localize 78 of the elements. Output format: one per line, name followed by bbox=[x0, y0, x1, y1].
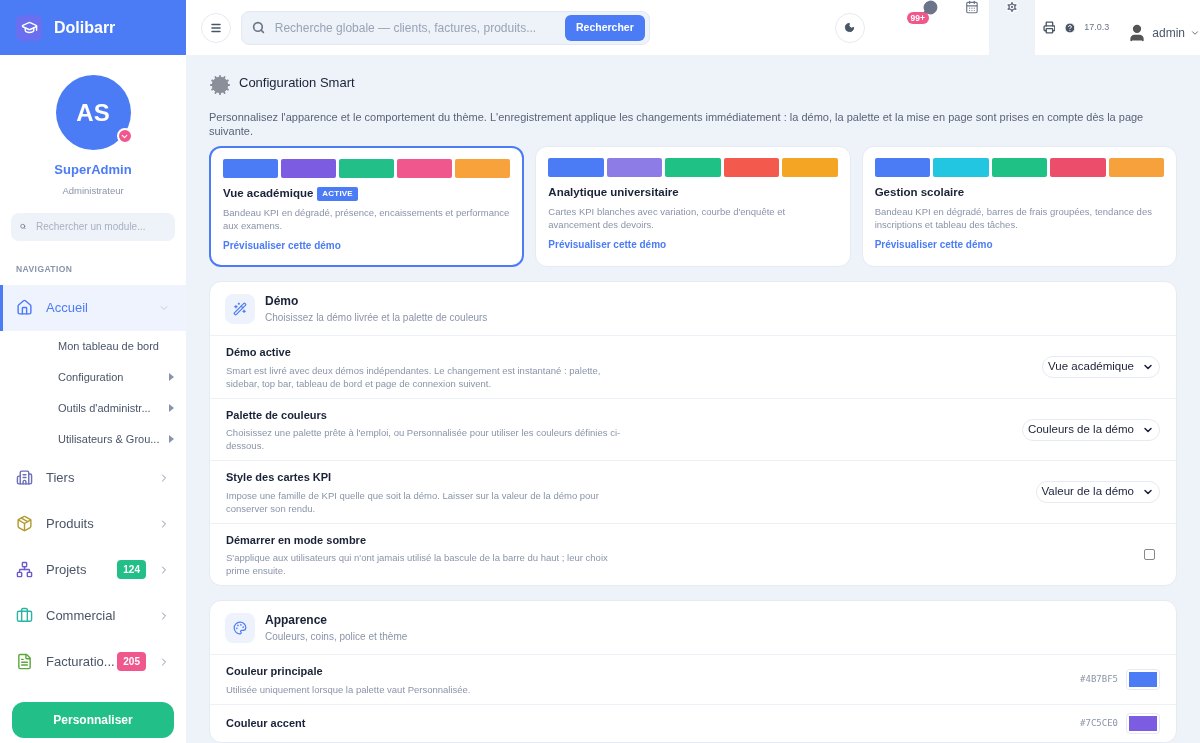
count-badge: 205 bbox=[117, 652, 146, 671]
demo-title: Gestion scolaire bbox=[874, 185, 965, 200]
module-search-input[interactable]: Rechercher un module... bbox=[36, 219, 166, 235]
count-badge: 124 bbox=[117, 560, 146, 579]
user-name: SuperAdmin bbox=[54, 161, 132, 179]
submenu-item[interactable]: Configuration bbox=[58, 368, 169, 386]
moon-icon bbox=[844, 22, 856, 33]
section-title: Apparence bbox=[265, 612, 329, 630]
setting-label: Démo active bbox=[226, 345, 292, 361]
search-icon bbox=[251, 21, 265, 34]
briefcase-icon bbox=[16, 607, 33, 624]
setting-label: Style des cartes KPI bbox=[226, 470, 333, 486]
hex-value: #7C5CE0 bbox=[1080, 716, 1118, 730]
setting-label: Palette de couleurs bbox=[226, 407, 328, 423]
version-label: 17.0.3 bbox=[1084, 20, 1110, 34]
demo-description: Cartes KPI blanches avec variation, courbe d'enquête et avancement des devoirs. bbox=[548, 205, 787, 232]
demo-card[interactable]: Analytique universitaire Cartes KPI blanches avec variation, courbe d'enquête et avancement des devoirs. Prévisualiser cette démo bbox=[535, 146, 851, 268]
active-badge: ACTIVE bbox=[317, 186, 358, 201]
hex-value: #4B7BF5 bbox=[1080, 672, 1118, 686]
nav-item[interactable]: Commercial bbox=[0, 592, 186, 639]
setting-description: S'applique aux utilisateurs qui n'ont jamais utilisé la bascule de la barre du haut ; leur choix prime ensuite. bbox=[226, 551, 609, 578]
page-title: Configuration Smart bbox=[239, 74, 355, 92]
search-button[interactable]: Rechercher bbox=[565, 14, 645, 41]
building-icon bbox=[16, 469, 33, 486]
global-search-input[interactable]: Recherche globale — clients, factures, produits... bbox=[274, 18, 565, 37]
nav-item[interactable]: Produits bbox=[0, 500, 186, 547]
setting-description: Smart est livré avec deux démos indépendantes. Le changement est instantané : palette, sidebar, top bar, tableau de bord et page de connexion suivent. bbox=[226, 363, 602, 390]
calendar-icon[interactable] bbox=[965, 0, 979, 14]
user-role: Administrateur bbox=[62, 183, 124, 198]
hierarchy-icon bbox=[16, 561, 33, 578]
wand-icon bbox=[225, 293, 255, 324]
nav-item[interactable]: Facturatio... 205 bbox=[0, 638, 186, 685]
menu-icon bbox=[209, 21, 222, 34]
section-heading: NAVIGATION bbox=[15, 262, 74, 276]
setting-description: Utilisée uniquement lorsque la palette vaut Personnalisée. bbox=[226, 682, 472, 696]
home-icon bbox=[16, 299, 33, 316]
chat-icon bbox=[922, 0, 938, 15]
demo-description: Bandeau KPI en dégradé, présence, encaissements et performance aux examens. bbox=[223, 206, 511, 233]
user-menu[interactable]: admin bbox=[1127, 22, 1200, 43]
nav-item[interactable]: Accueil bbox=[0, 284, 186, 331]
demo-description: Bandeau KPI en dégradé, barres de frais groupées, tendance des inscriptions et tableau des tâches. bbox=[874, 205, 1153, 232]
demo-title: Analytique universitaire bbox=[548, 185, 679, 200]
color-swatch[interactable] bbox=[1126, 669, 1160, 690]
submenu-item[interactable]: Outils d'administr... bbox=[58, 399, 169, 417]
palette-icon bbox=[225, 612, 255, 643]
demo-title: Vue académique bbox=[223, 186, 314, 201]
checkbox[interactable] bbox=[1144, 549, 1155, 560]
document-icon bbox=[16, 653, 33, 670]
notification-badge: 99+ bbox=[906, 12, 929, 24]
nav-item[interactable]: Projets 124 bbox=[0, 546, 186, 593]
avatar: AS bbox=[55, 75, 131, 150]
module-search-field[interactable]: Rechercher un module... bbox=[11, 212, 175, 241]
setting-label: Couleur accent bbox=[226, 716, 307, 731]
print-icon[interactable] bbox=[1042, 21, 1056, 34]
setting-label: Démarrer en mode sombre bbox=[226, 532, 367, 548]
preview-link[interactable]: Prévisualiser cette démo bbox=[548, 237, 838, 253]
global-search-field[interactable]: Recherche globale — clients, factures, produits... Rechercher bbox=[240, 10, 650, 45]
section-subtitle: Couleurs, coins, police et thème bbox=[265, 630, 408, 645]
color-swatch[interactable] bbox=[1126, 712, 1160, 734]
submenu-item[interactable]: Mon tableau de bord bbox=[58, 337, 174, 355]
box-icon bbox=[16, 515, 33, 532]
logo-icon bbox=[16, 14, 42, 41]
setting-label: Couleur principale bbox=[226, 664, 324, 680]
section-title: Démo bbox=[265, 293, 300, 311]
settings-icon[interactable] bbox=[1004, 0, 1019, 14]
nav-item[interactable]: Tiers bbox=[0, 454, 186, 501]
setting-description: Choisissez une palette prête à l'emploi, ou Personnalisée pour utiliser les couleurs définies ci-dessous. bbox=[226, 426, 622, 453]
demo-card[interactable]: Gestion scolaire Bandeau KPI en dégradé, barres de frais groupées, tendance des inscriptions et tableau des tâches. Prévisualiser cette démo bbox=[861, 146, 1177, 268]
demo-card[interactable]: Vue académique ACTIVE Bandeau KPI en dégradé, présence, encaissements et performance aux examens. Prévisualiser cette démo bbox=[209, 146, 525, 268]
setting-description: Impose une famille de KPI quelle que soit la démo. Laisser sur la valeur de la démo pour conserver son rendu. bbox=[226, 488, 600, 515]
brand-name: Dolibarr bbox=[54, 17, 116, 38]
preview-link[interactable]: Prévisualiser cette démo bbox=[223, 238, 511, 254]
intro-text: Personnalisez l'apparence et le comportement du thème. L'enregistrement applique les changements immédiatement : la démo, la palette et la mise en page sont prises en compte dès la page suivante. bbox=[209, 110, 1145, 138]
section-subtitle: Choisissez la démo livrée et la palette de couleurs bbox=[265, 311, 488, 326]
submenu-item[interactable]: Utilisateurs & Grou... bbox=[58, 430, 169, 448]
preview-link[interactable]: Prévisualiser cette démo bbox=[874, 237, 1164, 253]
help-icon[interactable] bbox=[1064, 21, 1077, 34]
gears-icon bbox=[209, 74, 231, 96]
